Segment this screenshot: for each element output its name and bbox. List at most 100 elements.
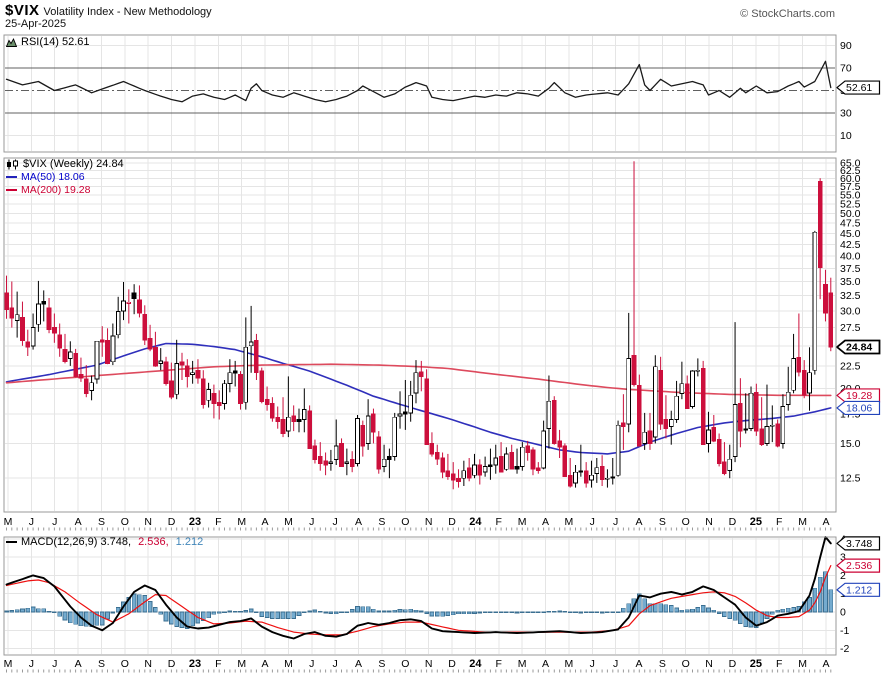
- main-panel-border: [3, 157, 837, 513]
- svg-text:N: N: [144, 658, 152, 670]
- svg-text:M: M: [518, 658, 527, 670]
- macd-legend-label: MACD(12,26,9) 3.748,: [21, 536, 132, 548]
- macd-hist-value: 1.212: [175, 536, 204, 548]
- svg-text:35.0: 35.0: [840, 276, 861, 288]
- svg-text:D: D: [729, 658, 737, 670]
- svg-text:M: M: [284, 516, 293, 528]
- svg-text:N: N: [705, 516, 713, 528]
- svg-text:15.0: 15.0: [840, 438, 861, 450]
- svg-text:N: N: [144, 516, 152, 528]
- svg-text:M: M: [237, 516, 246, 528]
- svg-text:O: O: [401, 658, 409, 670]
- svg-text:J: J: [309, 658, 314, 670]
- svg-text:J: J: [52, 658, 57, 670]
- svg-text:23: 23: [189, 516, 201, 528]
- chart-subtitle: Volatility Index - New Methodology: [43, 6, 212, 18]
- stockcharts-vix-chart: 907050301065.062.560.057.555.052.550.047…: [0, 0, 881, 673]
- rsi-legend-label: RSI(14) 52.61: [21, 36, 90, 48]
- svg-text:S: S: [378, 516, 385, 528]
- svg-text:90: 90: [840, 40, 852, 52]
- svg-text:A: A: [75, 516, 82, 528]
- ma50-line-icon: [6, 176, 17, 178]
- ma200-legend: MA(200) 19.28: [6, 184, 90, 196]
- svg-text:23: 23: [189, 658, 201, 670]
- svg-text:F: F: [496, 658, 502, 670]
- close-last-badge: 24.84: [835, 339, 881, 355]
- svg-text:S: S: [659, 658, 666, 670]
- svg-text:J: J: [333, 658, 338, 670]
- price-legend: $VIX (Weekly) 24.84: [6, 158, 124, 170]
- svg-text:70: 70: [840, 63, 852, 75]
- svg-text:0: 0: [840, 607, 846, 619]
- svg-text:D: D: [448, 658, 456, 670]
- svg-text:F: F: [215, 658, 221, 670]
- svg-text:A: A: [822, 658, 829, 670]
- svg-text:M: M: [565, 658, 574, 670]
- svg-text:1.212: 1.212: [846, 584, 872, 596]
- ma50-legend-label: MA(50) 18.06: [21, 171, 85, 183]
- svg-text:J: J: [613, 516, 618, 528]
- macd-signal-value: 2.536,: [138, 536, 169, 548]
- svg-text:J: J: [613, 658, 618, 670]
- macd-legend: MACD(12,26,9) 3.748, 2.536, 1.212: [6, 536, 203, 548]
- rsi-last-badge: 52.61: [836, 80, 881, 95]
- svg-text:24: 24: [469, 516, 482, 528]
- svg-text:M: M: [518, 516, 527, 528]
- svg-text:A: A: [262, 658, 269, 670]
- candlestick-icon: [7, 159, 18, 169]
- ma200-line: [5, 363, 832, 397]
- svg-text:J: J: [52, 516, 57, 528]
- svg-text:37.5: 37.5: [840, 263, 861, 275]
- svg-text:A: A: [542, 658, 549, 670]
- area-chart-icon: [6, 37, 17, 47]
- svg-text:3.748: 3.748: [846, 538, 872, 550]
- ma200-line-icon: [6, 189, 17, 191]
- svg-text:A: A: [262, 516, 269, 528]
- copyright-label: © StockCharts.com: [740, 8, 835, 20]
- svg-text:24.84: 24.84: [846, 342, 872, 354]
- svg-text:N: N: [705, 658, 713, 670]
- rsi-legend: RSI(14) 52.61: [6, 36, 89, 48]
- svg-text:A: A: [635, 658, 642, 670]
- macd-last-badge: 3.748: [836, 536, 881, 551]
- svg-text:A: A: [635, 516, 642, 528]
- svg-text:F: F: [776, 516, 782, 528]
- svg-text:A: A: [355, 516, 362, 528]
- macd-line: [5, 536, 832, 640]
- svg-text:O: O: [682, 516, 690, 528]
- rsi-line: [5, 60, 832, 103]
- svg-text:J: J: [590, 658, 595, 670]
- ma200-last-badge: 19.28: [836, 388, 881, 403]
- svg-text:D: D: [729, 516, 737, 528]
- svg-text:2.536: 2.536: [846, 560, 872, 572]
- svg-text:N: N: [425, 516, 433, 528]
- hist-last-badge: 1.212: [836, 582, 881, 597]
- svg-text:S: S: [659, 516, 666, 528]
- svg-text:27.5: 27.5: [840, 322, 861, 334]
- candlestick-series: [4, 161, 834, 490]
- svg-text:O: O: [121, 658, 129, 670]
- svg-text:F: F: [496, 516, 502, 528]
- svg-text:M: M: [565, 516, 574, 528]
- svg-text:J: J: [333, 516, 338, 528]
- ma50-legend: MA(50) 18.06: [6, 171, 85, 183]
- svg-text:F: F: [776, 658, 782, 670]
- svg-text:M: M: [4, 516, 13, 528]
- chart-date: 25-Apr-2025: [5, 18, 67, 30]
- svg-text:S: S: [378, 658, 385, 670]
- svg-text:M: M: [4, 658, 13, 670]
- svg-text:24: 24: [469, 658, 482, 670]
- chart-canvas: 907050301065.062.560.057.555.052.550.047…: [3, 34, 881, 673]
- symbol-label: $VIX: [5, 2, 40, 19]
- svg-text:A: A: [542, 516, 549, 528]
- svg-text:40.0: 40.0: [840, 251, 861, 263]
- svg-text:A: A: [355, 658, 362, 670]
- svg-text:30.0: 30.0: [840, 305, 861, 317]
- svg-text:D: D: [168, 516, 176, 528]
- svg-text:D: D: [168, 658, 176, 670]
- svg-text:M: M: [798, 516, 807, 528]
- svg-text:O: O: [121, 516, 129, 528]
- svg-text:10: 10: [840, 130, 852, 142]
- svg-text:O: O: [682, 658, 690, 670]
- svg-text:J: J: [29, 516, 34, 528]
